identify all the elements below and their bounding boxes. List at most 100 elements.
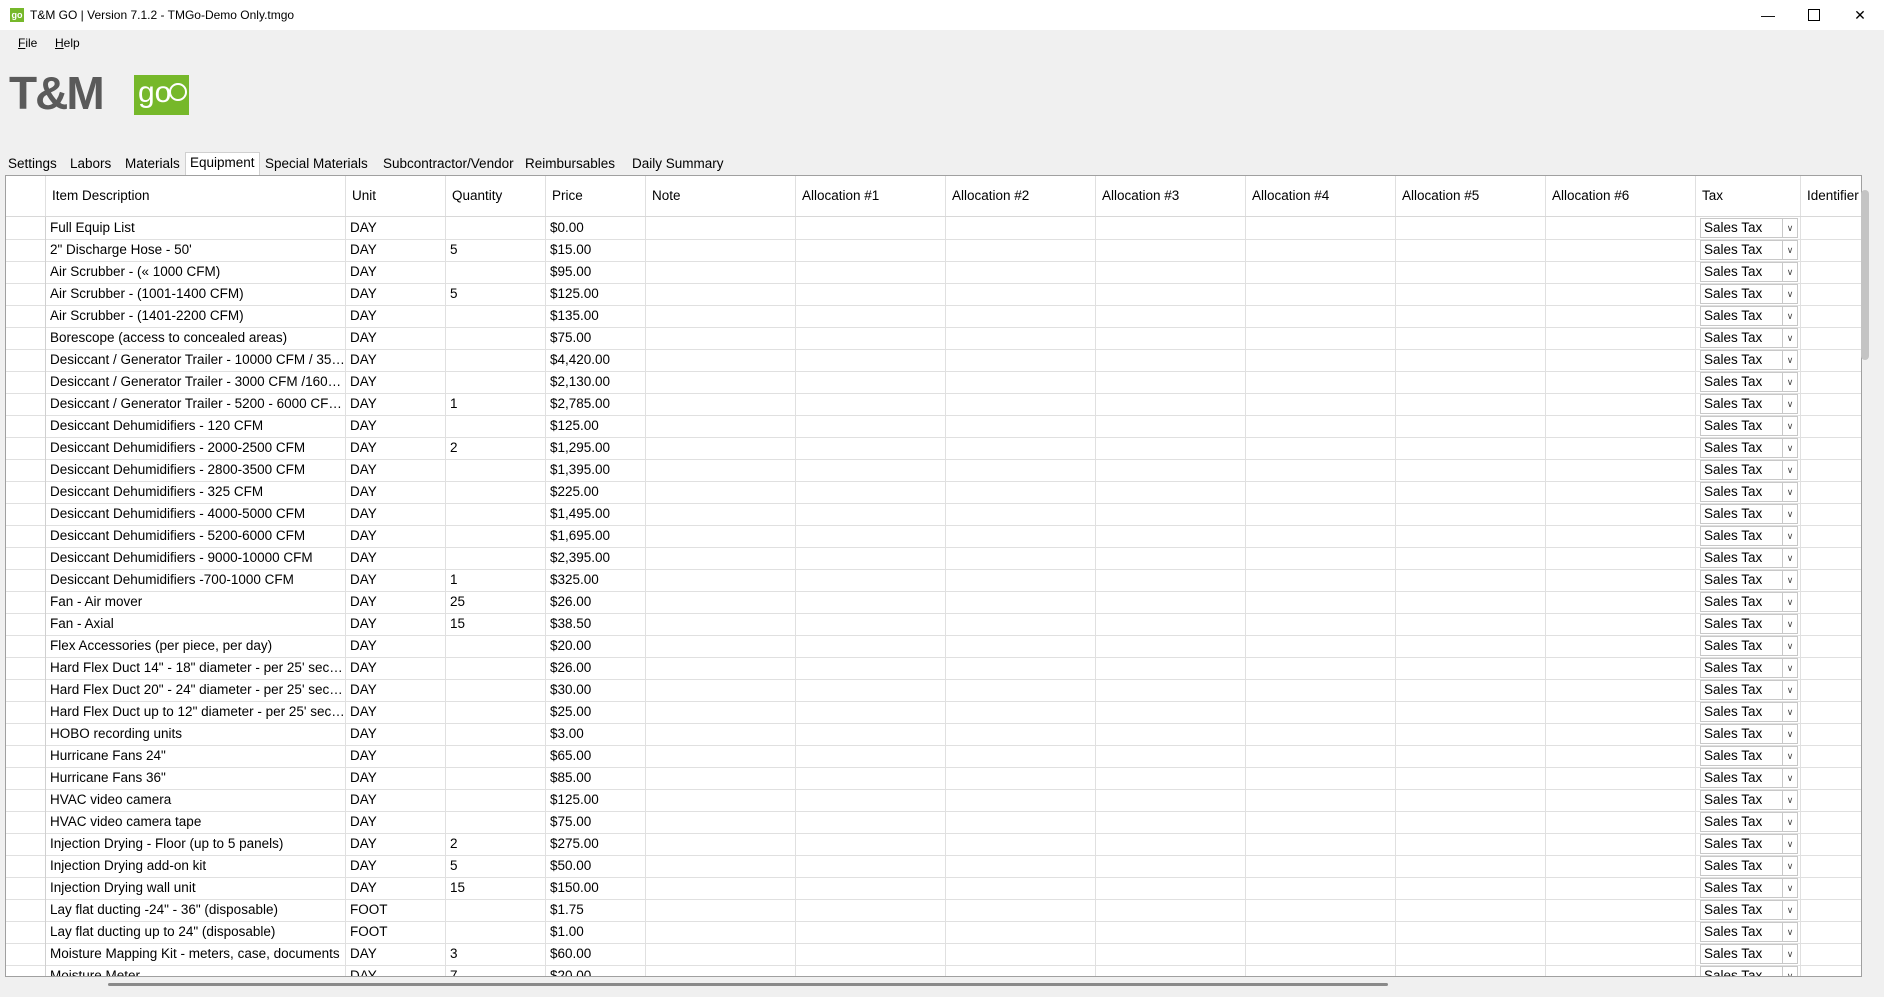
allocation-3-cell[interactable] [1096,679,1246,701]
allocation-3-cell[interactable] [1096,261,1246,283]
price-cell[interactable]: $0.00 [546,217,646,239]
chevron-down-icon[interactable]: ∨ [1782,373,1797,391]
price-cell[interactable]: $1,495.00 [546,503,646,525]
chevron-down-icon[interactable]: ∨ [1782,901,1797,919]
note-cell[interactable] [646,789,796,811]
unit-cell[interactable]: DAY [346,965,446,976]
note-cell[interactable] [646,943,796,965]
row-selector[interactable] [6,635,46,657]
allocation-4-cell[interactable] [1246,393,1396,415]
allocation-1-cell[interactable] [796,481,946,503]
allocation-2-cell[interactable] [946,811,1096,833]
allocation-3-cell[interactable] [1096,943,1246,965]
allocation-3-cell[interactable] [1096,701,1246,723]
chevron-down-icon[interactable]: ∨ [1782,857,1797,875]
allocation-3-cell[interactable] [1096,921,1246,943]
allocation-1-cell[interactable] [796,459,946,481]
identifier-cell[interactable] [1801,459,1861,481]
note-cell[interactable] [646,965,796,976]
identifier-cell[interactable] [1801,899,1861,921]
allocation-3-cell[interactable] [1096,877,1246,899]
allocation-2-cell[interactable] [946,657,1096,679]
allocation-3-cell[interactable] [1096,547,1246,569]
allocation-3-cell[interactable] [1096,437,1246,459]
allocation-4-cell[interactable] [1246,657,1396,679]
price-cell[interactable]: $26.00 [546,591,646,613]
column-header[interactable]: Quantity [446,176,546,216]
price-cell[interactable]: $1.00 [546,921,646,943]
note-cell[interactable] [646,393,796,415]
table-row[interactable]: Full Equip List DAY $0.00 Sales Tax ∨ [6,217,1861,240]
identifier-cell[interactable] [1801,261,1861,283]
allocation-6-cell[interactable] [1546,415,1696,437]
chevron-down-icon[interactable]: ∨ [1782,527,1797,545]
tax-dropdown[interactable]: Sales Tax ∨ [1700,262,1798,282]
unit-cell[interactable]: FOOT [346,921,446,943]
allocation-6-cell[interactable] [1546,899,1696,921]
note-cell[interactable] [646,811,796,833]
item-description-cell[interactable]: Hard Flex Duct up to 12" diameter - per … [46,701,346,723]
unit-cell[interactable]: DAY [346,239,446,261]
table-row[interactable]: Desiccant Dehumidifiers - 325 CFM DAY $225… [6,481,1861,504]
allocation-5-cell[interactable] [1396,239,1546,261]
quantity-cell[interactable]: 5 [446,239,546,261]
allocation-2-cell[interactable] [946,943,1096,965]
item-description-cell[interactable]: Moisture Mapping Kit - meters, case, doc… [46,943,346,965]
unit-cell[interactable]: DAY [346,481,446,503]
quantity-cell[interactable] [446,701,546,723]
allocation-4-cell[interactable] [1246,371,1396,393]
allocation-1-cell[interactable] [796,833,946,855]
column-header[interactable]: Tax [1696,176,1801,216]
allocation-1-cell[interactable] [796,525,946,547]
column-header[interactable]: Item Description [46,176,346,216]
allocation-5-cell[interactable] [1396,943,1546,965]
allocation-2-cell[interactable] [946,767,1096,789]
allocation-4-cell[interactable] [1246,877,1396,899]
identifier-cell[interactable] [1801,943,1861,965]
allocation-3-cell[interactable] [1096,371,1246,393]
allocation-4-cell[interactable] [1246,349,1396,371]
tax-dropdown[interactable]: Sales Tax ∨ [1700,284,1798,304]
identifier-cell[interactable] [1801,503,1861,525]
note-cell[interactable] [646,613,796,635]
item-description-cell[interactable]: HOBO recording units [46,723,346,745]
allocation-5-cell[interactable] [1396,371,1546,393]
identifier-cell[interactable] [1801,701,1861,723]
table-row[interactable]: Hurricane Fans 36" DAY $85.00 Sales Tax ∨ [6,767,1861,790]
allocation-1-cell[interactable] [796,679,946,701]
unit-cell[interactable]: DAY [346,855,446,877]
item-description-cell[interactable]: Lay flat ducting -24" - 36" (disposable) [46,899,346,921]
allocation-5-cell[interactable] [1396,767,1546,789]
item-description-cell[interactable]: Desiccant Dehumidifiers - 2800-3500 CFM [46,459,346,481]
maximize-button[interactable] [1791,0,1837,30]
price-cell[interactable]: $1.75 [546,899,646,921]
allocation-1-cell[interactable] [796,415,946,437]
price-cell[interactable]: $2,130.00 [546,371,646,393]
unit-cell[interactable]: DAY [346,459,446,481]
item-description-cell[interactable]: 2" Discharge Hose - 50' [46,239,346,261]
horizontal-scrollbar[interactable] [108,983,1388,986]
identifier-cell[interactable] [1801,965,1861,976]
table-row[interactable]: Desiccant Dehumidifiers -700-1000 CFM DAY… [6,569,1861,592]
allocation-3-cell[interactable] [1096,833,1246,855]
allocation-2-cell[interactable] [946,283,1096,305]
allocation-6-cell[interactable] [1546,525,1696,547]
note-cell[interactable] [646,767,796,789]
allocation-6-cell[interactable] [1546,393,1696,415]
allocation-3-cell[interactable] [1096,723,1246,745]
allocation-6-cell[interactable] [1546,283,1696,305]
chevron-down-icon[interactable]: ∨ [1782,923,1797,941]
unit-cell[interactable]: DAY [346,327,446,349]
chevron-down-icon[interactable]: ∨ [1782,703,1797,721]
allocation-3-cell[interactable] [1096,657,1246,679]
unit-cell[interactable]: DAY [346,591,446,613]
item-description-cell[interactable]: Desiccant Dehumidifiers - 120 CFM [46,415,346,437]
table-row[interactable]: Borescope (access to concealed areas) DAY… [6,327,1861,350]
allocation-2-cell[interactable] [946,701,1096,723]
row-selector[interactable] [6,591,46,613]
allocation-2-cell[interactable] [946,921,1096,943]
tax-dropdown[interactable]: Sales Tax ∨ [1700,680,1798,700]
quantity-cell[interactable] [446,305,546,327]
identifier-cell[interactable] [1801,239,1861,261]
unit-cell[interactable]: DAY [346,371,446,393]
